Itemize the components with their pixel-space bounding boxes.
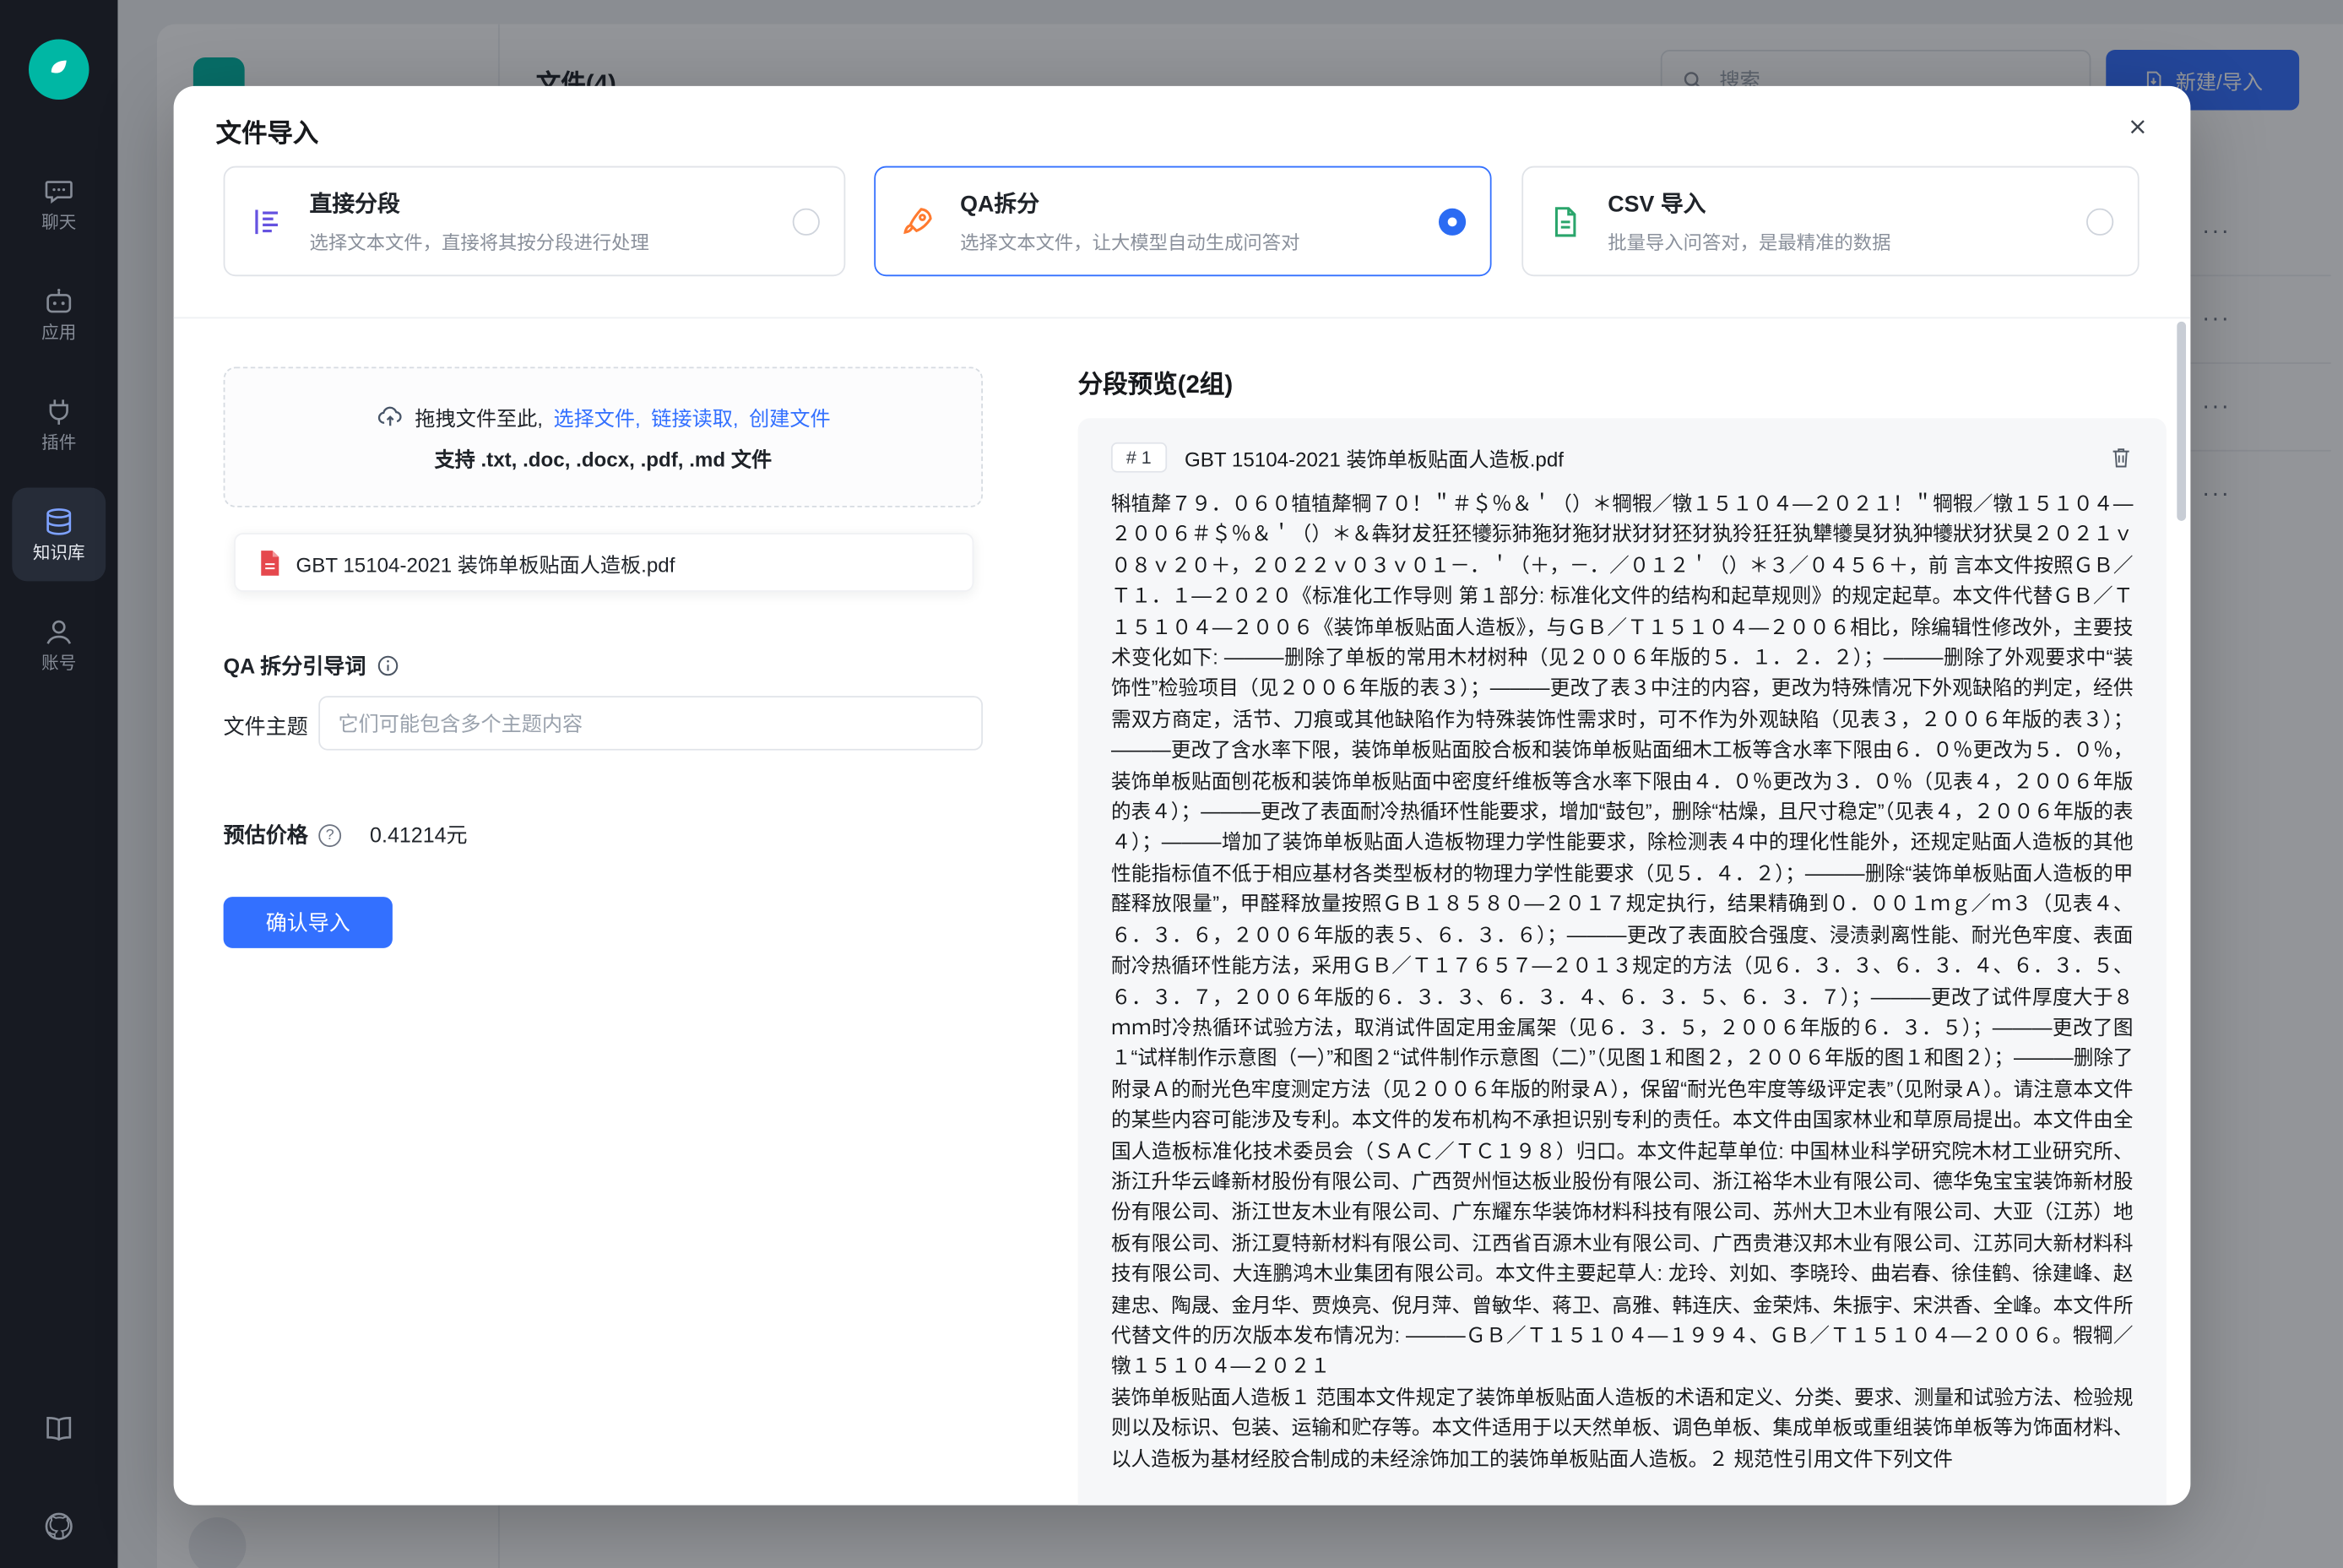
file-dropzone[interactable]: 拖拽文件至此, 选择文件, 链接读取, 创建文件 支持 .txt, .doc, …: [224, 366, 983, 507]
chunk-header: # 1 GBT 15104-2021 装饰单板贴面人造板.pdf: [1111, 442, 2133, 473]
supported-formats: 支持 .txt, .doc, .docx, .pdf, .md 文件: [434, 442, 772, 473]
sidebar-nav: 聊天 应用 插件: [0, 157, 117, 692]
sidebar-item-knowledge-base[interactable]: 知识库: [12, 488, 106, 582]
mode-title: QA拆分: [960, 187, 1039, 220]
price-help-icon[interactable]: ?: [318, 823, 341, 846]
drag-text: 拖拽文件至此,: [415, 402, 543, 432]
modal-title: 文件导入: [216, 111, 319, 149]
topic-input[interactable]: [318, 696, 983, 750]
sidebar-item-label: 应用: [41, 326, 76, 344]
modal-scrollbar-thumb[interactable]: [2177, 322, 2186, 521]
file-import-modal: 文件导入 直接分段 选择文本文件，直接将其按分段进行处理 QA拆分 选择文本文件…: [174, 86, 2191, 1506]
preview-chunk-card: # 1 GBT 15104-2021 装饰单板贴面人造板.pdf 犐犆犛７９．０…: [1078, 418, 2167, 1505]
database-icon: [42, 506, 75, 539]
close-button[interactable]: [2118, 107, 2157, 146]
sidebar-item-chat[interactable]: 聊天: [12, 157, 106, 251]
topic-label: 文件主题: [224, 711, 308, 741]
rocket-icon: [900, 203, 936, 240]
mode-radio[interactable]: [1439, 209, 1466, 236]
mode-desc: 选择文本文件，让大模型自动生成问答对: [960, 226, 1299, 255]
chat-icon: [42, 175, 75, 208]
mode-title: CSV 导入: [1608, 187, 1706, 220]
book-icon: [42, 1413, 75, 1446]
github-icon: [42, 1510, 75, 1543]
qa-guide-row: QA 拆分引导词: [224, 651, 401, 681]
price-label: 预估价格: [224, 820, 308, 850]
chunk-paragraph: 犐犆犛７９．０６０犆犆犛犅７０！＂＃＄％＆＇（）＊犅犌／犜１５１０４—２０２１！…: [1111, 489, 2133, 1382]
docs-button[interactable]: [42, 1413, 75, 1446]
mode-card-qa-split[interactable]: QA拆分 选择文本文件，让大模型自动生成问答对: [874, 166, 1491, 277]
github-button[interactable]: [42, 1510, 75, 1543]
delete-chunk-button[interactable]: [2109, 445, 2134, 469]
price-row: 预估价格 ? 0.41214元: [224, 820, 468, 850]
segment-icon: [249, 203, 285, 240]
link-fetch-link[interactable]: 链接读取,: [651, 402, 738, 432]
sidebar-item-label: 账号: [41, 656, 76, 674]
preview-heading: 分段预览(2组): [1078, 364, 1234, 400]
select-file-link[interactable]: 选择文件,: [554, 402, 641, 432]
mode-radio[interactable]: [2086, 209, 2113, 236]
price-value: 0.41214元: [370, 820, 468, 850]
plugin-icon: [42, 395, 75, 428]
chunk-text: 犐犆犛７９．０６０犆犆犛犅７０！＂＃＄％＆＇（）＊犅犌／犜１５１０４—２０２１！…: [1111, 489, 2133, 1475]
uploaded-file-name: GBT 15104-2021 装饰单板贴面人造板.pdf: [296, 547, 675, 578]
chunk-index-badge: # 1: [1111, 442, 1167, 473]
app-sidebar: 聊天 应用 插件: [0, 0, 117, 1568]
cloud-upload-icon: [376, 403, 404, 431]
trash-icon: [2109, 445, 2134, 469]
create-file-link[interactable]: 创建文件: [749, 402, 831, 432]
uploaded-file-item[interactable]: GBT 15104-2021 装饰单板贴面人造板.pdf: [234, 533, 974, 592]
sidebar-item-label: 插件: [41, 436, 76, 453]
mode-radio[interactable]: [793, 209, 820, 236]
mode-title: 直接分段: [310, 187, 400, 220]
mode-card-direct-segment[interactable]: 直接分段 选择文本文件，直接将其按分段进行处理: [224, 166, 846, 277]
brand-logo-icon: [42, 53, 75, 86]
sidebar-item-label: 聊天: [41, 215, 76, 233]
chunk-paragraph: 装饰单板贴面人造板１ 范围本文件规定了装饰单板贴面人造板的术语和定义、分类、要求…: [1111, 1382, 2133, 1474]
mode-desc: 批量导入问答对，是最精准的数据: [1608, 226, 1890, 255]
sidebar-item-plugins[interactable]: 插件: [12, 377, 106, 471]
close-icon: [2126, 115, 2150, 139]
csv-file-icon: [1548, 203, 1584, 240]
sidebar-item-label: 知识库: [33, 546, 85, 564]
sidebar-item-account[interactable]: 账号: [12, 598, 106, 692]
modal-divider: [174, 317, 2191, 318]
sidebar-item-apps[interactable]: 应用: [12, 267, 106, 361]
confirm-import-label: 确认导入: [266, 908, 350, 938]
account-icon: [42, 616, 75, 648]
info-icon[interactable]: [377, 654, 401, 678]
dropzone-line1: 拖拽文件至此, 选择文件, 链接读取, 创建文件: [376, 402, 831, 432]
screen: 聊天 应用 插件: [0, 0, 2343, 1568]
mode-desc: 选择文本文件，直接将其按分段进行处理: [310, 226, 649, 255]
app-bot-icon: [42, 285, 75, 317]
qa-guide-label: QA 拆分引导词: [224, 651, 366, 681]
confirm-import-button[interactable]: 确认导入: [224, 897, 393, 948]
pdf-file-icon: [257, 549, 282, 576]
chunk-source-title: GBT 15104-2021 装饰单板贴面人造板.pdf: [1185, 442, 2109, 473]
app-logo[interactable]: [29, 39, 89, 100]
mode-card-csv-import[interactable]: CSV 导入 批量导入问答对，是最精准的数据: [1521, 166, 2139, 277]
question-glyph: ?: [326, 827, 334, 844]
